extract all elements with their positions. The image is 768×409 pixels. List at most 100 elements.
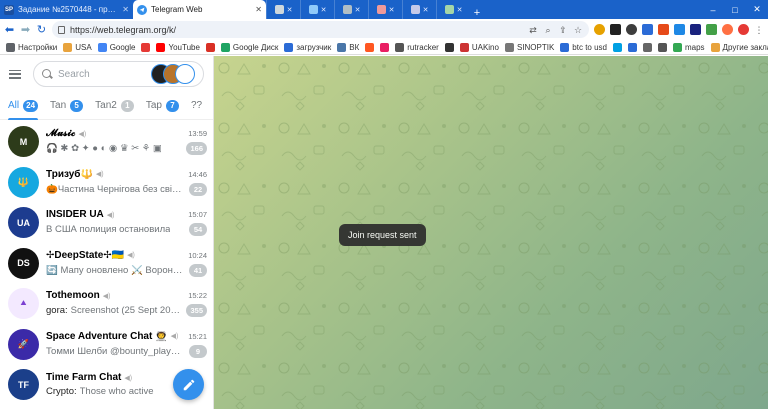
bookmark-item[interactable] [365, 42, 375, 52]
extension-icon[interactable] [706, 24, 717, 35]
chat-list-item[interactable]: 🔱 Тризуб🔱 ◀) 14:46 🎃Частина Чернігова без св… [0, 162, 213, 203]
bookmarks-bar: Настройки USA Google YouTube Google Диск загр… [0, 40, 768, 55]
bookmark-item[interactable] [642, 42, 652, 52]
close-tab-icon[interactable]: ✕ [321, 6, 327, 14]
chat-background: Join request sent [214, 56, 768, 409]
bookmark-favicon-icon [459, 42, 469, 52]
close-tab-icon[interactable]: ✕ [423, 6, 429, 14]
story-avatar[interactable] [175, 64, 195, 84]
bookmark-item[interactable]: Google Диск [220, 42, 278, 52]
browser-tab[interactable]: ✕ [300, 0, 334, 19]
minimize-button[interactable]: – [702, 5, 724, 15]
new-tab-button[interactable]: + [470, 7, 484, 19]
folder-unread-badge: 5 [70, 99, 84, 112]
message-text: Screenshot (25 Sept 2023) [70, 305, 183, 317]
chat-time: 15:21 [188, 331, 207, 341]
browser-tab[interactable]: ✕ [334, 0, 368, 19]
extension-icon[interactable] [610, 24, 621, 35]
extension-icon[interactable] [722, 24, 733, 35]
chat-list-item[interactable]: M 𝓜𝓾𝓼𝓲𝓬 ◀) 13:59 🎧 ✱ ✿ ✦ ● ◐ ◉ ♛ ✂ ⚘ ▣ 166 [0, 121, 213, 162]
folder-tab[interactable]: Tan 5 [50, 92, 84, 120]
bookmark-item[interactable]: Другие закладки [710, 42, 768, 52]
share-icon[interactable]: ⇪ [558, 25, 568, 35]
bookmark-item[interactable] [205, 42, 215, 52]
bookmark-label: Другие закладки [722, 42, 768, 52]
maximize-button[interactable]: □ [724, 5, 746, 15]
extension-icon[interactable] [674, 24, 685, 35]
unread-badge: 355 [186, 304, 207, 318]
extension-icon[interactable] [626, 24, 637, 35]
search-icon[interactable]: ⌕ [543, 25, 553, 35]
extension-icon[interactable] [642, 24, 653, 35]
bookmark-item[interactable]: USA [63, 42, 92, 52]
bookmark-label: ВК [349, 42, 360, 52]
bookmark-item[interactable] [141, 42, 151, 52]
chat-title: ✢DeepState✢🇺🇦 [46, 249, 125, 261]
bookmark-item[interactable]: Настройки [6, 42, 57, 52]
close-tab-icon[interactable]: ✕ [389, 6, 395, 14]
bookmark-item[interactable]: YouTube [156, 42, 200, 52]
bookmark-favicon-icon [6, 42, 15, 52]
close-window-button[interactable]: ✕ [746, 4, 768, 15]
message-sender: Crypto: [46, 386, 77, 398]
folder-tab[interactable]: All 24 [8, 92, 39, 120]
browser-tab-task[interactable]: SP Задание №2570448 - просмотр з ✕ [0, 0, 133, 19]
browser-tab[interactable]: ✕ [368, 0, 402, 19]
bookmark-item[interactable]: btc to usd [560, 42, 607, 52]
message-text: Those who active [79, 386, 154, 398]
browser-tab[interactable]: ✕ [436, 0, 470, 19]
bookmark-item[interactable]: SINOPTIK [504, 42, 554, 52]
muted-icon: ◀) [124, 374, 133, 382]
stories-row[interactable] [151, 64, 195, 84]
folder-tab[interactable]: ?? [191, 92, 202, 120]
close-tab-icon[interactable]: ✕ [355, 6, 361, 14]
bookmark-item[interactable] [380, 42, 390, 52]
menu-dots-icon[interactable]: ⋮ [754, 25, 764, 35]
bookmark-item[interactable]: rutracker [395, 42, 439, 52]
bookmark-item[interactable]: Google [97, 42, 135, 52]
bookmark-item[interactable] [612, 42, 622, 52]
bookmark-item[interactable] [444, 42, 454, 52]
folder-tab[interactable]: Tap 7 [146, 92, 179, 120]
close-tab-icon[interactable]: ✕ [255, 5, 262, 14]
folder-tab[interactable]: Tan2 1 [95, 92, 134, 120]
bookmark-item[interactable] [627, 42, 637, 52]
chat-list-item[interactable]: DS ✢DeepState✢🇺🇦 ◀) 10:24 🔄 Мапу оновлено ⚔️… [0, 243, 213, 284]
close-tab-icon[interactable]: ✕ [457, 6, 463, 14]
bookmark-item[interactable]: UAKino [459, 42, 499, 52]
extension-icon[interactable] [658, 24, 669, 35]
menu-icon[interactable] [9, 69, 21, 79]
extension-icon[interactable] [738, 24, 749, 35]
chat-title: Space Adventure Chat 👨‍🚀 [46, 330, 168, 342]
bookmark-favicon-icon [612, 42, 622, 52]
bookmark-item[interactable]: загрузчик [284, 42, 331, 52]
browser-tab[interactable]: ✕ [266, 0, 300, 19]
back-arrow-icon[interactable]: ⬅ [4, 23, 15, 36]
bookmark-favicon-icon [220, 42, 230, 52]
bookmark-item[interactable]: maps [672, 42, 705, 52]
chat-list-item[interactable]: 🚀 Space Adventure Chat 👨‍🚀 ◀) 15:21 Томми Ше… [0, 324, 213, 365]
browser-toolbar: ⬅ ➡ ↻ https://web.telegram.org/k/ ⇄ ⌕ ⇪ … [0, 19, 768, 40]
forward-arrow-icon[interactable]: ➡ [20, 23, 31, 36]
chat-last-message: Томми Шелби @bounty_play🚀: К [46, 346, 185, 357]
search-input[interactable]: Search [33, 61, 204, 87]
reload-icon[interactable]: ↻ [36, 23, 47, 36]
unread-badge: 166 [186, 142, 207, 155]
bookmark-star-icon[interactable]: ☆ [573, 25, 583, 35]
bookmark-label: btc to usd [572, 42, 607, 52]
browser-tab[interactable]: ✕ [402, 0, 436, 19]
bookmark-item[interactable]: ВК [337, 42, 360, 52]
chat-list-item[interactable]: UA INSIDER UA ◀) 15:07 В США полиция останов… [0, 203, 213, 244]
close-tab-icon[interactable]: ✕ [122, 5, 129, 14]
chat-title: Tothemoon [46, 290, 100, 302]
address-bar[interactable]: https://web.telegram.org/k/ ⇄ ⌕ ⇪ ☆ [52, 21, 589, 38]
translate-icon[interactable]: ⇄ [528, 25, 538, 35]
browser-tab-telegram[interactable]: Telegram Web ✕ [133, 0, 266, 19]
extension-icon[interactable] [690, 24, 701, 35]
close-tab-icon[interactable]: ✕ [287, 6, 293, 14]
extension-icon[interactable] [594, 24, 605, 35]
new-message-button[interactable] [173, 369, 204, 400]
bookmark-item[interactable] [657, 42, 667, 52]
bookmark-favicon-icon [63, 42, 73, 52]
chat-list-item[interactable]: ⯅ Tothemoon ◀) 15:22 gora: Screenshot (25 Sep… [0, 284, 213, 325]
